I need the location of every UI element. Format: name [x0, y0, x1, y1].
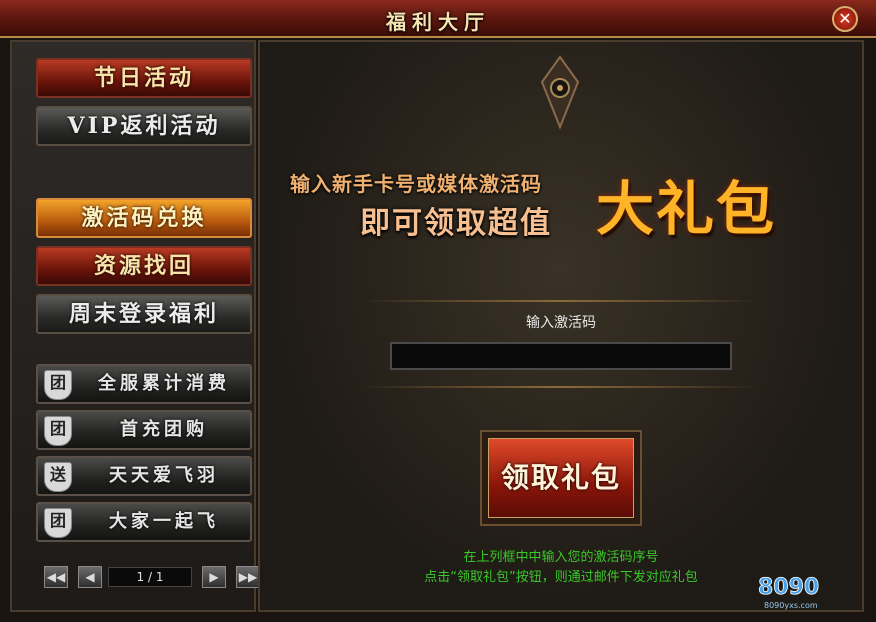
slogan-line-1: 输入新手卡号或媒体激活码 — [290, 172, 542, 196]
site-logo: 8090 8090yxs.com — [758, 575, 820, 610]
group-badge-icon: 团 — [44, 508, 72, 538]
sidebar-item-holiday-events[interactable]: 节日活动 — [36, 58, 252, 98]
prev-page-button[interactable]: ◀ — [78, 566, 102, 588]
title-bar: 福利大厅 ✕ — [0, 0, 876, 38]
next-page-button[interactable]: ▶ — [202, 566, 226, 588]
gift-badge-icon: 送 — [44, 462, 72, 492]
sidebar-item-label: 全服累计消费 — [98, 373, 230, 394]
slogan-line-2: 即可领取超值 — [360, 206, 552, 241]
claim-gift-label: 领取礼包 — [488, 438, 634, 518]
activation-code-panel: 输入新手卡号或媒体激活码 即可领取超值 大礼包 输入激活码 领取礼包 在上列框中… — [258, 40, 864, 612]
sidebar-item-label: 首充团购 — [120, 419, 208, 440]
ornament-icon — [540, 55, 580, 130]
group-badge-icon: 团 — [44, 416, 72, 446]
input-label: 输入激活码 — [526, 315, 596, 331]
sidebar-item-server-spending[interactable]: 团 全服累计消费 — [36, 364, 252, 404]
sidebar-item-daily-feiyu[interactable]: 送 天天爱飞羽 — [36, 456, 252, 496]
window-title: 福利大厅 — [386, 10, 490, 34]
group-badge-icon: 团 — [44, 370, 72, 400]
sidebar-item-fly-together[interactable]: 团 大家一起飞 — [36, 502, 252, 542]
hint-line-1: 在上列框中中输入您的激活码序号 — [463, 550, 659, 565]
sidebar-item-weekend-login[interactable]: 周末登录福利 — [36, 294, 252, 334]
close-button[interactable]: ✕ — [832, 6, 858, 32]
page-indicator: 1 / 1 — [108, 567, 192, 587]
logo-subtext: 8090yxs.com — [764, 601, 818, 610]
sidebar-item-activation-code[interactable]: 激活码兑换 — [36, 198, 252, 238]
divider — [360, 386, 760, 388]
logo-text: 8090 — [758, 575, 819, 600]
claim-gift-button[interactable]: 领取礼包 — [480, 430, 642, 526]
last-page-button[interactable]: ▶▶ — [236, 566, 260, 588]
sidebar-item-vip-rebate[interactable]: VIP返利活动 — [36, 106, 252, 146]
big-gift-text: 大礼包 — [596, 175, 777, 243]
divider — [360, 300, 760, 302]
sidebar-item-label: 大家一起飞 — [109, 511, 219, 532]
sidebar-item-first-charge-group[interactable]: 团 首充团购 — [36, 410, 252, 450]
welfare-hall-window: 福利大厅 ✕ 节日活动 VIP返利活动 激活码兑换 资源找回 周末登录福利 团 … — [0, 0, 876, 622]
first-page-button[interactable]: ◀◀ — [44, 566, 68, 588]
activation-code-input[interactable] — [390, 342, 732, 370]
sidebar-item-resource-recovery[interactable]: 资源找回 — [36, 246, 252, 286]
sidebar: 节日活动 VIP返利活动 激活码兑换 资源找回 周末登录福利 团 全服累计消费 … — [10, 40, 260, 612]
sidebar-item-label: 天天爱飞羽 — [109, 465, 219, 486]
